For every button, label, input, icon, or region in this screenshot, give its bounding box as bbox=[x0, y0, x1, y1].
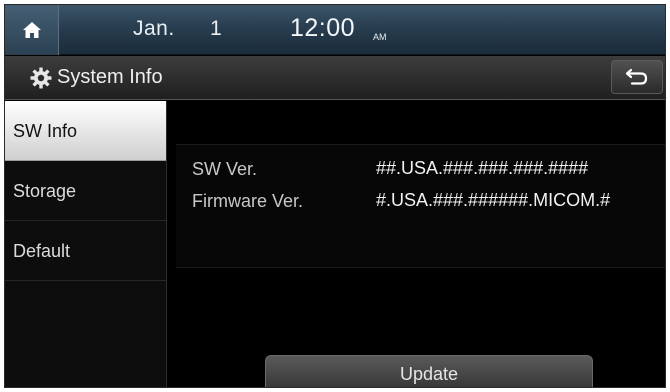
sidebar-item-default[interactable]: Default bbox=[5, 221, 166, 281]
back-arrow-icon bbox=[625, 68, 648, 85]
sidebar: SW Info Storage Default bbox=[5, 101, 167, 387]
gear-icon bbox=[30, 67, 52, 89]
firmware-version-label: Firmware Ver. bbox=[192, 191, 304, 211]
home-icon bbox=[22, 22, 41, 38]
firmware-version-value: #.USA.###.######.MICOM.# bbox=[376, 190, 611, 210]
title-bar: System Info bbox=[5, 56, 665, 100]
status-time: 12:00 bbox=[290, 14, 356, 42]
sw-version-value: ##.USA.###.###.###.#### bbox=[376, 158, 589, 178]
sidebar-item-sw-info[interactable]: SW Info bbox=[5, 101, 166, 161]
main-content: SW Ver. ##.USA.###.###.###.#### Firmware… bbox=[168, 101, 665, 387]
back-button[interactable] bbox=[611, 60, 663, 94]
status-date: Jan. bbox=[133, 17, 175, 40]
sw-version-label: SW Ver. bbox=[192, 159, 258, 179]
head-unit-screen: Jan. 1 12:00 AM System Info SW Info Stor… bbox=[4, 4, 666, 388]
sidebar-item-storage[interactable]: Storage bbox=[5, 161, 166, 221]
page-title: System Info bbox=[57, 66, 163, 88]
status-day: 1 bbox=[210, 17, 222, 40]
status-bar: Jan. 1 12:00 AM bbox=[5, 5, 665, 55]
sw-info-panel: SW Ver. ##.USA.###.###.###.#### Firmware… bbox=[176, 144, 665, 268]
update-button[interactable]: Update bbox=[265, 355, 593, 387]
status-ampm: AM bbox=[373, 32, 387, 42]
home-button[interactable] bbox=[5, 5, 59, 55]
